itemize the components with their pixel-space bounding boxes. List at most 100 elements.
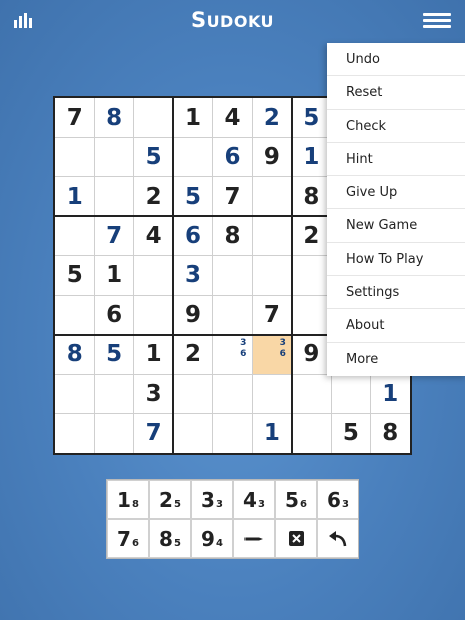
- board-cell[interactable]: 7: [134, 414, 172, 452]
- board-cell[interactable]: [134, 99, 172, 137]
- board-cell[interactable]: [253, 375, 291, 413]
- board-cell[interactable]: 6: [174, 217, 212, 255]
- board-cell[interactable]: 5: [332, 414, 370, 452]
- menu-item-about[interactable]: About: [327, 309, 465, 343]
- menu-item-how-to-play[interactable]: How To Play: [327, 243, 465, 277]
- menu-item-undo[interactable]: Undo: [327, 43, 465, 77]
- board-cell[interactable]: 7: [95, 217, 133, 255]
- board-cell[interactable]: 1: [134, 335, 172, 373]
- key-number: 8: [159, 526, 173, 551]
- hamburger-menu-icon[interactable]: [423, 13, 451, 28]
- board-cell[interactable]: 9: [292, 335, 330, 373]
- board-cell[interactable]: 2: [253, 99, 291, 137]
- board-cell[interactable]: 1: [56, 177, 94, 215]
- board-cell[interactable]: [174, 414, 212, 452]
- pencil-note: 6: [240, 349, 247, 360]
- board-cell[interactable]: [95, 177, 133, 215]
- board-cell[interactable]: 5: [56, 256, 94, 294]
- menu-item-more[interactable]: More: [327, 343, 465, 376]
- board-cell[interactable]: [332, 375, 370, 413]
- board-cell[interactable]: [213, 296, 251, 334]
- board-cell[interactable]: 8: [56, 335, 94, 373]
- board-cell[interactable]: [253, 217, 291, 255]
- board-cell[interactable]: 3: [134, 375, 172, 413]
- board-cell[interactable]: 5: [174, 177, 212, 215]
- remaining-count: 5: [173, 499, 181, 510]
- board-cell[interactable]: [292, 414, 330, 452]
- menu-item-settings[interactable]: Settings: [327, 276, 465, 310]
- board-cell[interactable]: 4: [213, 99, 251, 137]
- board-cell[interactable]: 5: [292, 99, 330, 137]
- menu-item-give-up[interactable]: Give Up: [327, 176, 465, 210]
- board-cell[interactable]: 2: [134, 177, 172, 215]
- key-7[interactable]: 76: [108, 520, 148, 557]
- key-8[interactable]: 85: [150, 520, 190, 557]
- board-cell[interactable]: 1: [371, 375, 409, 413]
- board-cell[interactable]: 7: [253, 296, 291, 334]
- board-cell[interactable]: 3: [174, 256, 212, 294]
- board-cell[interactable]: 9: [174, 296, 212, 334]
- board-cell[interactable]: [95, 414, 133, 452]
- menu-item-hint[interactable]: Hint: [327, 143, 465, 177]
- app-title: SUDOKU: [190, 8, 275, 32]
- board-cell[interactable]: 2: [292, 217, 330, 255]
- erase-icon: [288, 531, 304, 546]
- menu-item-check[interactable]: Check: [327, 110, 465, 143]
- board-cell[interactable]: [174, 375, 212, 413]
- board-cell[interactable]: 1: [292, 138, 330, 176]
- board-cell[interactable]: [292, 256, 330, 294]
- pencil-note: [256, 338, 267, 349]
- board-cell[interactable]: 5: [95, 335, 133, 373]
- board-cell[interactable]: 8: [95, 99, 133, 137]
- board-cell[interactable]: [253, 177, 291, 215]
- board-cell[interactable]: 2: [174, 335, 212, 373]
- board-cell[interactable]: 1: [253, 414, 291, 452]
- board-cell[interactable]: [253, 256, 291, 294]
- board-cell[interactable]: [56, 296, 94, 334]
- board-cell[interactable]: [213, 414, 251, 452]
- key-2[interactable]: 25: [150, 481, 190, 518]
- key-5[interactable]: 56: [276, 481, 316, 518]
- board-cell[interactable]: [56, 138, 94, 176]
- board-cell[interactable]: 6: [95, 296, 133, 334]
- board-cell[interactable]: [292, 296, 330, 334]
- board-cell[interactable]: 6: [213, 138, 251, 176]
- pencil-button[interactable]: [234, 520, 274, 557]
- board-cell[interactable]: [213, 256, 251, 294]
- board-cell[interactable]: [213, 375, 251, 413]
- key-9[interactable]: 94: [192, 520, 232, 557]
- undo-arrow-button[interactable]: [318, 520, 358, 557]
- board-cell[interactable]: [56, 375, 94, 413]
- pencil-note: [238, 360, 249, 370]
- menu-item-new-game[interactable]: New Game: [327, 209, 465, 243]
- key-1[interactable]: 18: [108, 481, 148, 518]
- board-cell[interactable]: 7: [213, 177, 251, 215]
- key-6[interactable]: 63: [318, 481, 358, 518]
- board-cell[interactable]: 8: [371, 414, 409, 452]
- board-cell[interactable]: [292, 375, 330, 413]
- board-cell[interactable]: [134, 296, 172, 334]
- board-cell[interactable]: 1: [95, 256, 133, 294]
- board-cell[interactable]: [56, 217, 94, 255]
- board-cell[interactable]: 36: [252, 335, 292, 374]
- menu-item-reset[interactable]: Reset: [327, 76, 465, 110]
- board-cell[interactable]: [56, 414, 94, 452]
- board-cell[interactable]: [174, 138, 212, 176]
- board-cell[interactable]: [134, 256, 172, 294]
- board-cell[interactable]: [95, 138, 133, 176]
- remaining-count: 8: [131, 499, 139, 510]
- board-cell[interactable]: 9: [253, 138, 291, 176]
- pencil-note: [277, 360, 288, 370]
- board-cell[interactable]: 36: [213, 335, 251, 373]
- board-cell[interactable]: 1: [174, 99, 212, 137]
- board-cell[interactable]: 8: [213, 217, 251, 255]
- board-cell[interactable]: 7: [56, 99, 94, 137]
- key-4[interactable]: 43: [234, 481, 274, 518]
- erase-button[interactable]: [276, 520, 316, 557]
- board-cell[interactable]: 4: [134, 217, 172, 255]
- pencil-note: 3: [240, 338, 247, 349]
- key-3[interactable]: 33: [192, 481, 232, 518]
- board-cell[interactable]: [95, 375, 133, 413]
- board-cell[interactable]: 5: [134, 138, 172, 176]
- board-cell[interactable]: 8: [292, 177, 330, 215]
